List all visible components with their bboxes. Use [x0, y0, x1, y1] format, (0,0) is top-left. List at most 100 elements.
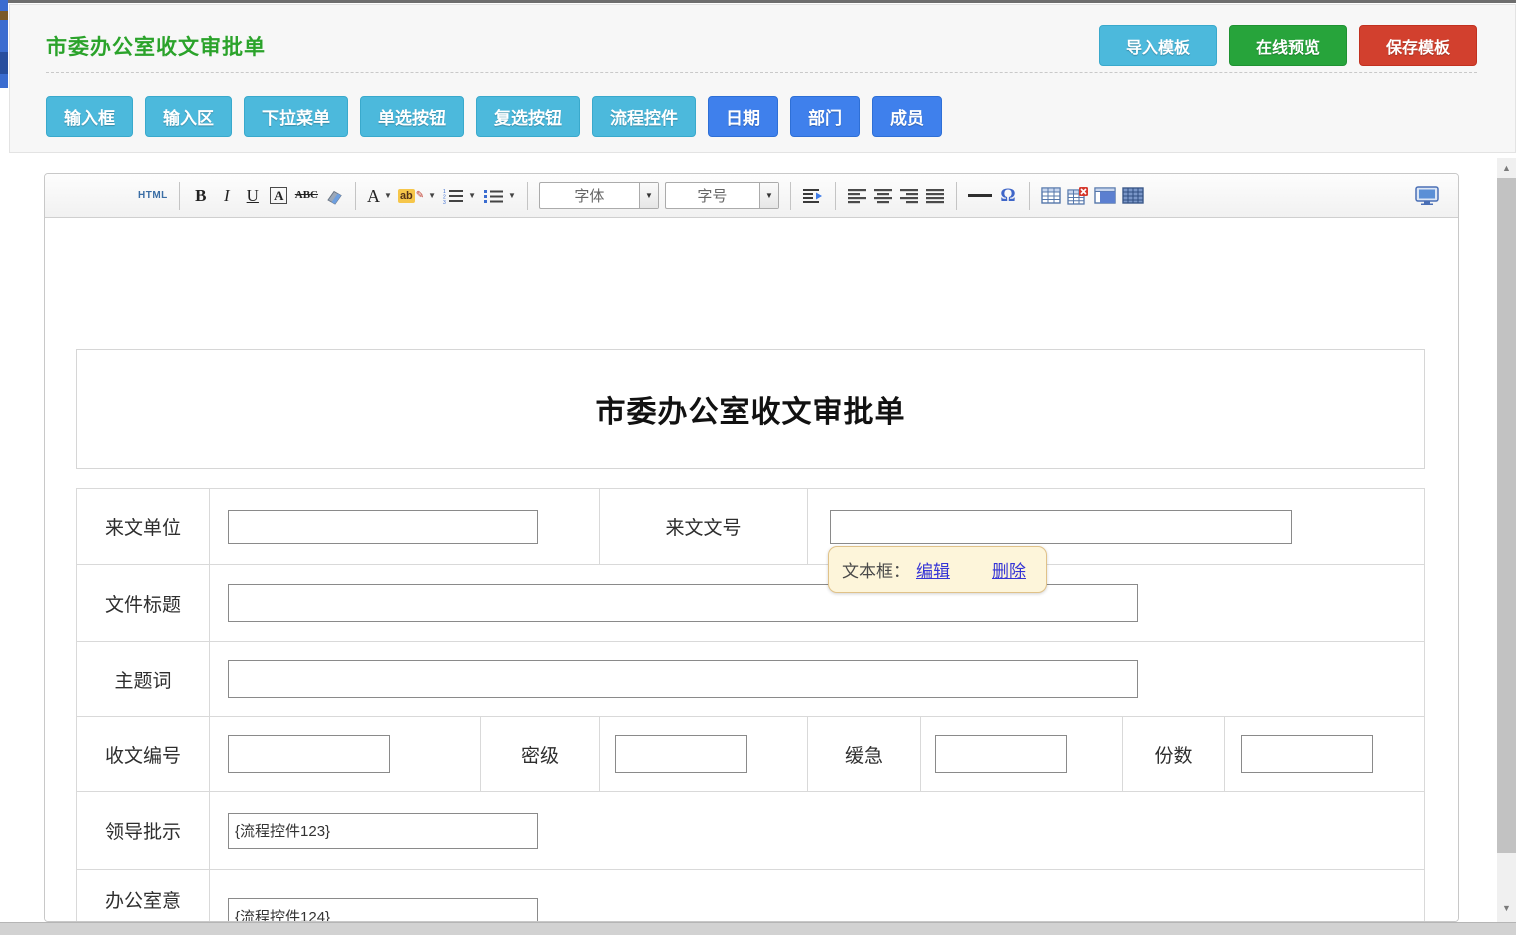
- page-scrollbar[interactable]: ▲ ▼: [1497, 158, 1516, 922]
- chevron-down-icon: ▼: [428, 191, 436, 200]
- background-window-strip: [0, 0, 8, 88]
- insert-table-icon: [1041, 187, 1061, 204]
- widget-button-checkbox[interactable]: 复选按钮: [476, 96, 580, 137]
- widget-button-member[interactable]: 成员: [872, 96, 942, 137]
- widget-button-date[interactable]: 日期: [708, 96, 778, 137]
- toolbar-separator: [179, 182, 180, 210]
- bold-button[interactable]: B: [188, 182, 214, 210]
- save-template-button[interactable]: 保存模板: [1359, 25, 1477, 66]
- urgency-input[interactable]: [935, 735, 1067, 773]
- toolbar-separator: [527, 182, 528, 210]
- table-row: 主题词: [77, 641, 1424, 716]
- fullscreen-monitor-icon: [1415, 186, 1439, 205]
- widget-button-dropdown[interactable]: 下拉菜单: [244, 96, 348, 137]
- ordered-list-icon: 1 2 3: [442, 188, 464, 204]
- html-source-button[interactable]: HTML: [135, 182, 171, 210]
- label-incoming-unit: 来文单位: [77, 489, 209, 564]
- secrecy-input[interactable]: [615, 735, 747, 773]
- italic-button[interactable]: I: [214, 182, 240, 210]
- cell-receipt-no: [209, 717, 480, 791]
- align-center-button[interactable]: [870, 182, 896, 210]
- underline-button[interactable]: U: [240, 182, 266, 210]
- unordered-list-icon: [482, 188, 504, 204]
- tooltip-edit-link[interactable]: 编辑: [916, 557, 950, 582]
- receipt-no-input[interactable]: [228, 735, 390, 773]
- leader-remark-input[interactable]: [228, 813, 538, 849]
- table-row: 办公室意: [77, 869, 1424, 922]
- font-color-button[interactable]: A ▼: [364, 182, 395, 210]
- label-leader-remark: 领导批示: [77, 792, 209, 869]
- special-char-button[interactable]: Ω: [995, 182, 1021, 210]
- scrollbar-up-arrow-icon[interactable]: ▲: [1497, 160, 1516, 176]
- widget-palette: 输入框 输入区 下拉菜单 单选按钮 复选按钮 流程控件 日期 部门 成员: [46, 96, 942, 137]
- table-row: 领导批示: [77, 791, 1424, 869]
- label-incoming-no: 来文文号: [599, 489, 807, 564]
- tooltip-delete-link[interactable]: 删除: [992, 557, 1026, 582]
- horizontal-rule-button[interactable]: [965, 182, 995, 210]
- eraser-button[interactable]: [321, 182, 347, 210]
- header-actions: 导入模板 在线预览 保存模板: [1099, 25, 1477, 66]
- font-family-select[interactable]: 字体 ▼: [539, 182, 659, 209]
- widget-button-radio[interactable]: 单选按钮: [360, 96, 464, 137]
- widget-button-input-box[interactable]: 输入框: [46, 96, 133, 137]
- import-template-button[interactable]: 导入模板: [1099, 25, 1217, 66]
- align-left-icon: [847, 188, 867, 204]
- widget-button-flow-control[interactable]: 流程控件: [592, 96, 696, 137]
- cell-office-opinion: [209, 870, 1424, 922]
- chevron-down-icon: ▼: [468, 191, 476, 200]
- toolbar-separator: [835, 182, 836, 210]
- cell-properties-button[interactable]: [1091, 182, 1119, 210]
- incoming-no-input[interactable]: [830, 510, 1292, 544]
- widget-button-department[interactable]: 部门: [790, 96, 860, 137]
- template-editor-window: 市委办公室收文审批单 导入模板 在线预览 保存模板 输入框 输入区 下拉菜单 单…: [0, 0, 1516, 935]
- header-divider: [46, 72, 1477, 73]
- online-preview-button[interactable]: 在线预览: [1229, 25, 1347, 66]
- ordered-list-button[interactable]: 1 2 3 ▼: [439, 182, 479, 210]
- insert-table-button[interactable]: [1038, 182, 1064, 210]
- form-title: 市委办公室收文审批单: [596, 387, 906, 431]
- fullscreen-button[interactable]: [1412, 182, 1442, 210]
- editor-panel: HTML B I U A ABC A ▼ ab: [44, 173, 1459, 922]
- incoming-unit-input[interactable]: [228, 510, 538, 544]
- form-title-box: 市委办公室收文审批单: [76, 349, 1425, 469]
- font-size-select[interactable]: 字号 ▼: [665, 182, 779, 209]
- table-row: 文件标题: [77, 564, 1424, 641]
- tooltip-label: 文本框：: [842, 557, 910, 582]
- svg-text:3: 3: [443, 200, 446, 204]
- toolbar-separator: [1029, 182, 1030, 210]
- subject-input[interactable]: [228, 660, 1138, 698]
- inline-style-button[interactable]: A: [266, 182, 292, 210]
- unordered-list-button[interactable]: ▼: [479, 182, 519, 210]
- widget-button-input-area[interactable]: 输入区: [145, 96, 232, 137]
- indent-icon: [802, 188, 824, 204]
- highlight-icon: ab: [398, 189, 415, 203]
- toolbar-separator: [956, 182, 957, 210]
- eraser-icon: [324, 186, 344, 206]
- align-right-icon: [899, 188, 919, 204]
- toolbar-separator: [790, 182, 791, 210]
- label-copies: 份数: [1122, 717, 1224, 791]
- indent-button[interactable]: [799, 182, 827, 210]
- align-center-icon: [873, 188, 893, 204]
- label-receipt-no: 收文编号: [77, 717, 209, 791]
- align-right-button[interactable]: [896, 182, 922, 210]
- delete-table-button[interactable]: [1064, 182, 1091, 210]
- align-left-button[interactable]: [844, 182, 870, 210]
- chevron-down-icon: ▼: [639, 183, 658, 208]
- cell-subject: [209, 642, 1424, 716]
- cell-properties-icon: [1094, 187, 1116, 204]
- scrollbar-thumb[interactable]: [1497, 178, 1516, 853]
- align-justify-icon: [925, 188, 945, 204]
- office-opinion-input[interactable]: [228, 898, 538, 922]
- editor-content[interactable]: 市委办公室收文审批单 来文单位 来文文号 文件标题: [45, 218, 1458, 922]
- copies-input[interactable]: [1241, 735, 1373, 773]
- cell-leader-remark: [209, 792, 1424, 869]
- scrollbar-down-arrow-icon[interactable]: ▼: [1497, 900, 1516, 916]
- horizontal-rule-icon: [968, 194, 992, 197]
- table-properties-button[interactable]: [1119, 182, 1147, 210]
- header-panel: 市委办公室收文审批单 导入模板 在线预览 保存模板 输入框 输入区 下拉菜单 单…: [9, 4, 1516, 153]
- align-justify-button[interactable]: [922, 182, 948, 210]
- strikethrough-button[interactable]: ABC: [292, 182, 321, 210]
- delete-table-icon: [1067, 187, 1088, 205]
- highlight-color-button[interactable]: ab ✎ ▼: [395, 182, 439, 210]
